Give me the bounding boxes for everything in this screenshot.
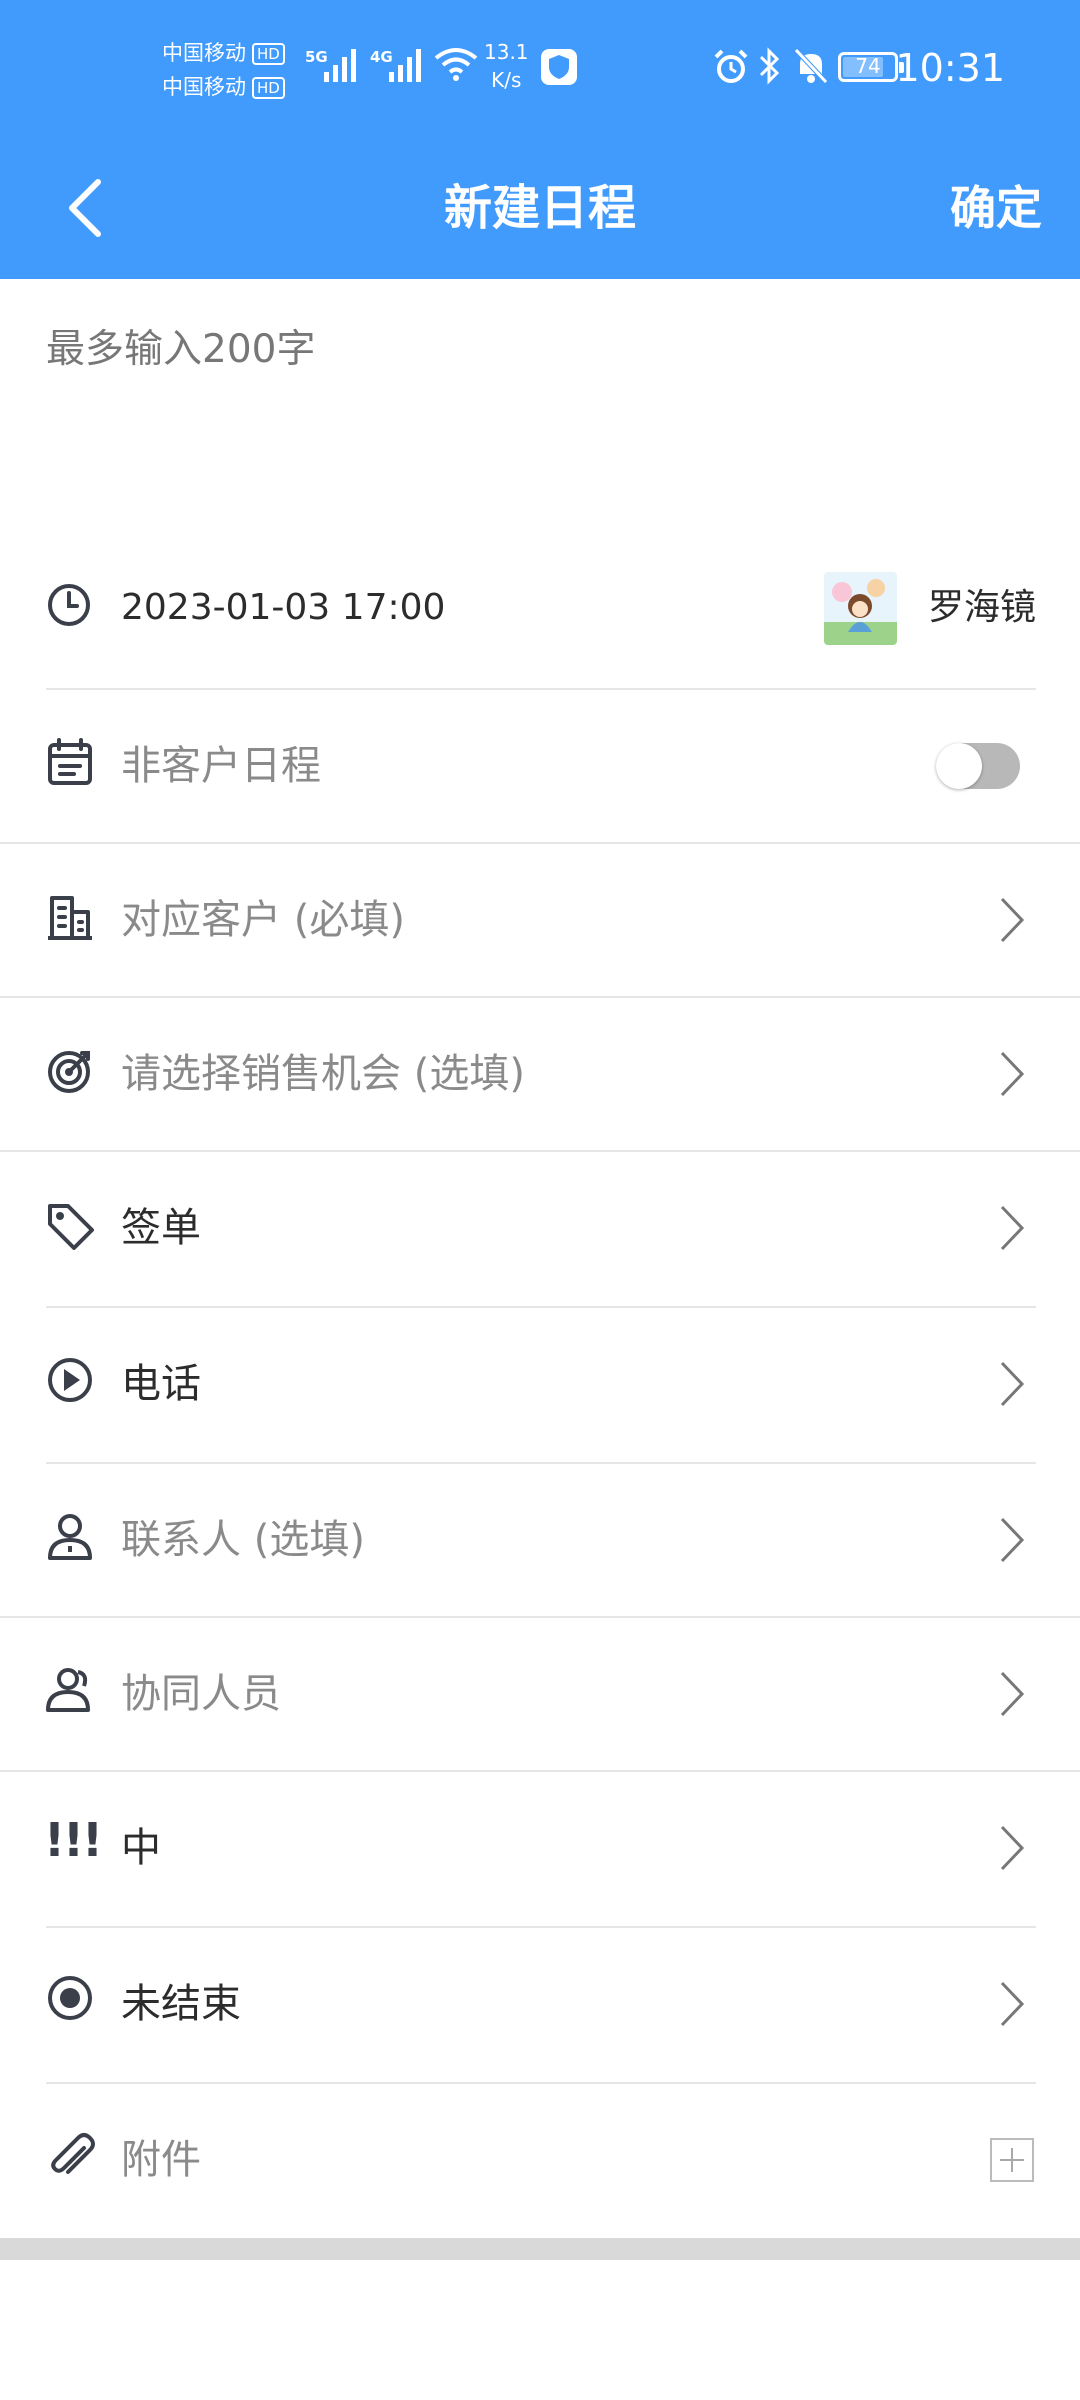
owner-name: 罗海镜 — [927, 587, 1036, 628]
status-bar: 中国移动 HD 中国移动 HD 5G 4G 13.1 K/s 74 10:31 — [0, 0, 1080, 140]
wifi-icon — [434, 48, 478, 81]
battery-level: 74 — [855, 54, 881, 78]
status-row[interactable]: 未结束 — [0, 1928, 1080, 2082]
clock-icon — [48, 584, 90, 626]
paperclip-icon — [51, 2133, 95, 2174]
chevron-right-icon — [1000, 1205, 1025, 1251]
carrier-info: 中国移动 HD 中国移动 HD — [162, 36, 285, 104]
alarm-icon — [714, 49, 748, 83]
note-input[interactable]: 最多输入200字 — [46, 320, 1036, 520]
collaborators-row[interactable]: 协同人员 — [0, 1618, 1080, 1770]
shield-icon — [541, 49, 577, 85]
mute-bell-icon — [794, 48, 828, 84]
signal-4g-icon — [389, 49, 421, 82]
clock: 10:31 — [895, 46, 1005, 90]
people-icon — [46, 1668, 90, 1712]
net-speed-value: 13.1 — [484, 40, 529, 64]
collaborators-label: 协同人员 — [121, 1671, 281, 1717]
non-customer-label: 非客户日程 — [121, 743, 321, 789]
contact-label: 联系人 (选填) — [121, 1517, 365, 1563]
tag-icon — [48, 1204, 94, 1250]
attachment-label: 附件 — [121, 2137, 201, 2183]
net-speed: 13.1 K/s — [484, 38, 529, 94]
method-row[interactable]: 电话 — [0, 1308, 1080, 1462]
contact-row[interactable]: 联系人 (选填) — [0, 1464, 1080, 1616]
net-speed-unit: K/s — [491, 68, 522, 92]
page-title: 新建日程 — [443, 180, 636, 236]
opportunity-label: 请选择销售机会 (选填) — [121, 1051, 525, 1097]
priority-label: 中 — [121, 1825, 161, 1871]
bluetooth-icon — [759, 47, 780, 85]
chevron-right-icon — [1000, 1361, 1025, 1407]
signal-5g-icon — [324, 49, 356, 82]
plus-icon — [1000, 2148, 1024, 2172]
chevron-right-icon — [1000, 1517, 1025, 1563]
method-label: 电话 — [121, 1361, 201, 1407]
calendar-icon — [48, 738, 92, 785]
chevron-right-icon — [1000, 1671, 1025, 1717]
play-circle-icon — [48, 1358, 92, 1402]
chevron-right-icon — [1000, 897, 1025, 943]
person-icon — [48, 1514, 92, 1560]
datetime-row[interactable]: 2023-01-03 17:00 罗海镜 — [0, 565, 1080, 685]
opportunity-row[interactable]: 请选择销售机会 (选填) — [0, 998, 1080, 1150]
type-label: 签单 — [121, 1205, 201, 1251]
chevron-right-icon — [1000, 1825, 1025, 1871]
title-bar: 新建日程 确定 — [0, 140, 1080, 279]
add-attachment-button[interactable] — [990, 2138, 1034, 2182]
battery-icon: 74 — [838, 52, 904, 82]
non-customer-toggle[interactable] — [936, 743, 1020, 789]
schedule-datetime: 2023-01-03 17:00 — [121, 587, 446, 628]
type-row[interactable]: 签单 — [0, 1152, 1080, 1304]
customer-label: 对应客户 (必填) — [121, 897, 405, 943]
priority-row[interactable]: !!! 中 — [0, 1772, 1080, 1924]
chevron-right-icon — [1000, 1051, 1025, 1097]
hd-badge-1: HD — [252, 43, 285, 65]
customer-row[interactable]: 对应客户 (必填) — [0, 844, 1080, 996]
avatar — [824, 572, 897, 645]
confirm-button[interactable]: 确定 — [950, 168, 1042, 248]
carrier-name-2: 中国移动 — [162, 75, 246, 99]
non-customer-row: 非客户日程 — [0, 690, 1080, 842]
carrier-name-1: 中国移动 — [162, 41, 246, 65]
radio-filled-icon — [48, 1976, 92, 2020]
app-header: 中国移动 HD 中国移动 HD 5G 4G 13.1 K/s 74 10:31 … — [0, 0, 1080, 279]
bottom-separator — [0, 2238, 1080, 2260]
hd-badge-2: HD — [252, 77, 285, 99]
target-icon — [48, 1051, 90, 1093]
status-label: 未结束 — [121, 1981, 241, 2027]
priority-icon: !!! — [44, 1813, 103, 1867]
building-icon — [48, 896, 92, 940]
attachment-row[interactable]: 附件 — [0, 2084, 1080, 2238]
chevron-right-icon — [1000, 1981, 1025, 2027]
